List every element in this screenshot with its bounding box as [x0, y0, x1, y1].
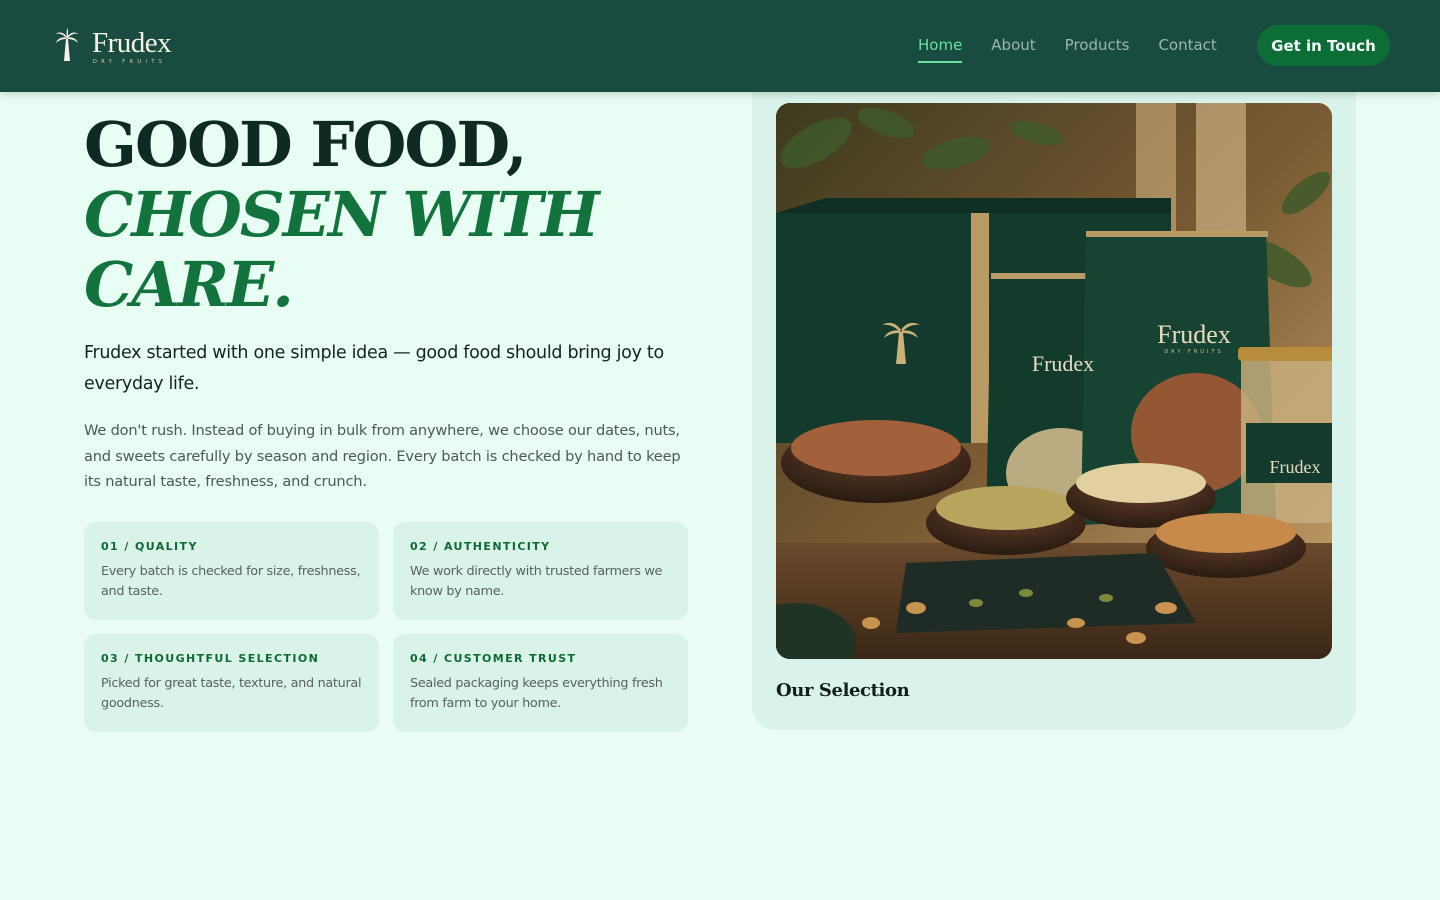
feature-text: We work directly with trusted farmers we…	[410, 564, 663, 599]
hero-lead-paragraph: Frudex started with one simple idea — go…	[84, 343, 664, 394]
pouch-1-label: Frudex	[1032, 351, 1094, 376]
feature-card-thoughtful-selection: 03 / THOUGHTFUL SELECTION Picked for gre…	[84, 634, 379, 732]
main-nav: Home About Products Contact	[918, 36, 1246, 63]
top-navbar: Frudex DRY FRUITS Home About Products Co…	[0, 0, 1440, 92]
nav-link-contact[interactable]: Contact	[1158, 36, 1216, 54]
feature-text: Sealed packaging keeps everything fresh …	[410, 676, 663, 711]
feature-card-authenticity: 02 / AUTHENTICITY We work directly with …	[393, 522, 688, 620]
hero-body-paragraph: We don't rush. Instead of buying in bulk…	[84, 422, 681, 490]
pouch-2-sublabel: DRY FRUITS	[1164, 349, 1223, 355]
feature-heading: 04 / CUSTOMER TRUST	[410, 652, 577, 665]
feature-heading: 01 / QUALITY	[101, 540, 198, 553]
pouch-2-label: Frudex	[1157, 320, 1231, 349]
get-in-touch-button[interactable]: Get in Touch	[1257, 25, 1390, 66]
feature-text: Picked for great taste, texture, and nat…	[101, 676, 362, 711]
brand-logo[interactable]: Frudex DRY FRUITS	[54, 27, 172, 65]
nav-link-home[interactable]: Home	[918, 36, 963, 63]
jar-label: Frudex	[1270, 457, 1321, 477]
hero-title-line-1: GOOD FOOD,	[84, 108, 528, 181]
feature-text: Every batch is checked for size, freshne…	[101, 564, 361, 599]
brand-tagline: DRY FRUITS	[93, 59, 167, 65]
feature-card-customer-trust: 04 / CUSTOMER TRUST Sealed packaging kee…	[393, 634, 688, 732]
our-selection-caption: Our Selection	[776, 680, 910, 701]
nav-link-products[interactable]: Products	[1065, 36, 1130, 54]
nav-link-about[interactable]: About	[991, 36, 1035, 54]
feature-heading: 03 / THOUGHTFUL SELECTION	[101, 652, 320, 665]
brand-name: Frudex	[92, 27, 172, 59]
palm-tree-icon	[55, 28, 79, 61]
feature-heading: 02 / AUTHENTICITY	[410, 540, 551, 553]
hero-title: GOOD FOOD, CHOSEN WITH CARE.	[84, 110, 704, 320]
feature-card-quality: 01 / QUALITY Every batch is checked for …	[84, 522, 379, 620]
hero-title-line-2: CHOSEN WITH CARE.	[84, 178, 600, 321]
product-photo: Frudex Frudex DRY FRUITS Frudex	[776, 103, 1332, 659]
